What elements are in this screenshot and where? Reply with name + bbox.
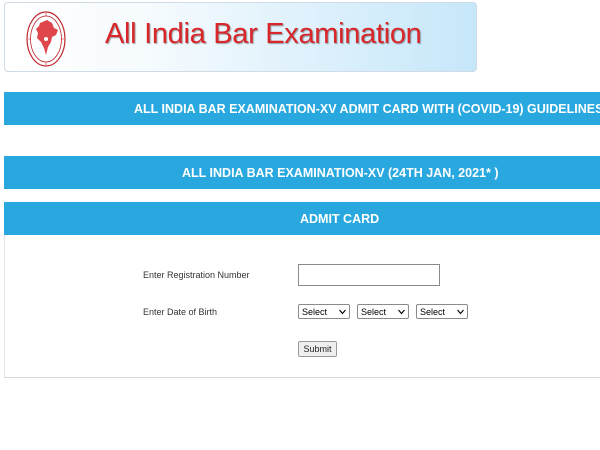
chevron-down-icon — [457, 309, 464, 315]
dob-day-select[interactable]: Select — [298, 304, 350, 319]
exam-date-banner: ALL INDIA BAR EXAMINATION-XV (24TH JAN, … — [4, 156, 600, 189]
submit-button[interactable]: Submit — [298, 341, 337, 357]
admit-card-banner: ADMIT CARD — [4, 202, 600, 235]
bci-emblem-icon — [25, 9, 67, 69]
dob-year-select[interactable]: Select — [416, 304, 468, 319]
dob-month-select-value: Select — [361, 306, 387, 317]
covid-guidelines-banner: ALL INDIA BAR EXAMINATION-XV ADMIT CARD … — [4, 92, 600, 125]
site-header: All India Bar Examination — [4, 2, 477, 72]
admit-card-banner-text: ADMIT CARD — [300, 211, 380, 226]
registration-number-input[interactable] — [298, 264, 440, 286]
dob-day-select-value: Select — [302, 306, 328, 317]
site-title: All India Bar Examination — [105, 18, 422, 50]
registration-number-label: Enter Registration Number — [143, 270, 250, 280]
date-of-birth-label: Enter Date of Birth — [143, 307, 218, 317]
chevron-down-icon — [398, 309, 405, 315]
covid-guidelines-banner-text: ALL INDIA BAR EXAMINATION-XV ADMIT CARD … — [134, 101, 600, 116]
admit-card-form: Enter Registration Number Enter Date of … — [4, 235, 600, 378]
chevron-down-icon — [339, 309, 346, 315]
exam-date-banner-text: ALL INDIA BAR EXAMINATION-XV (24TH JAN, … — [182, 165, 499, 180]
dob-month-select[interactable]: Select — [357, 304, 409, 319]
dob-year-select-value: Select — [420, 306, 446, 317]
